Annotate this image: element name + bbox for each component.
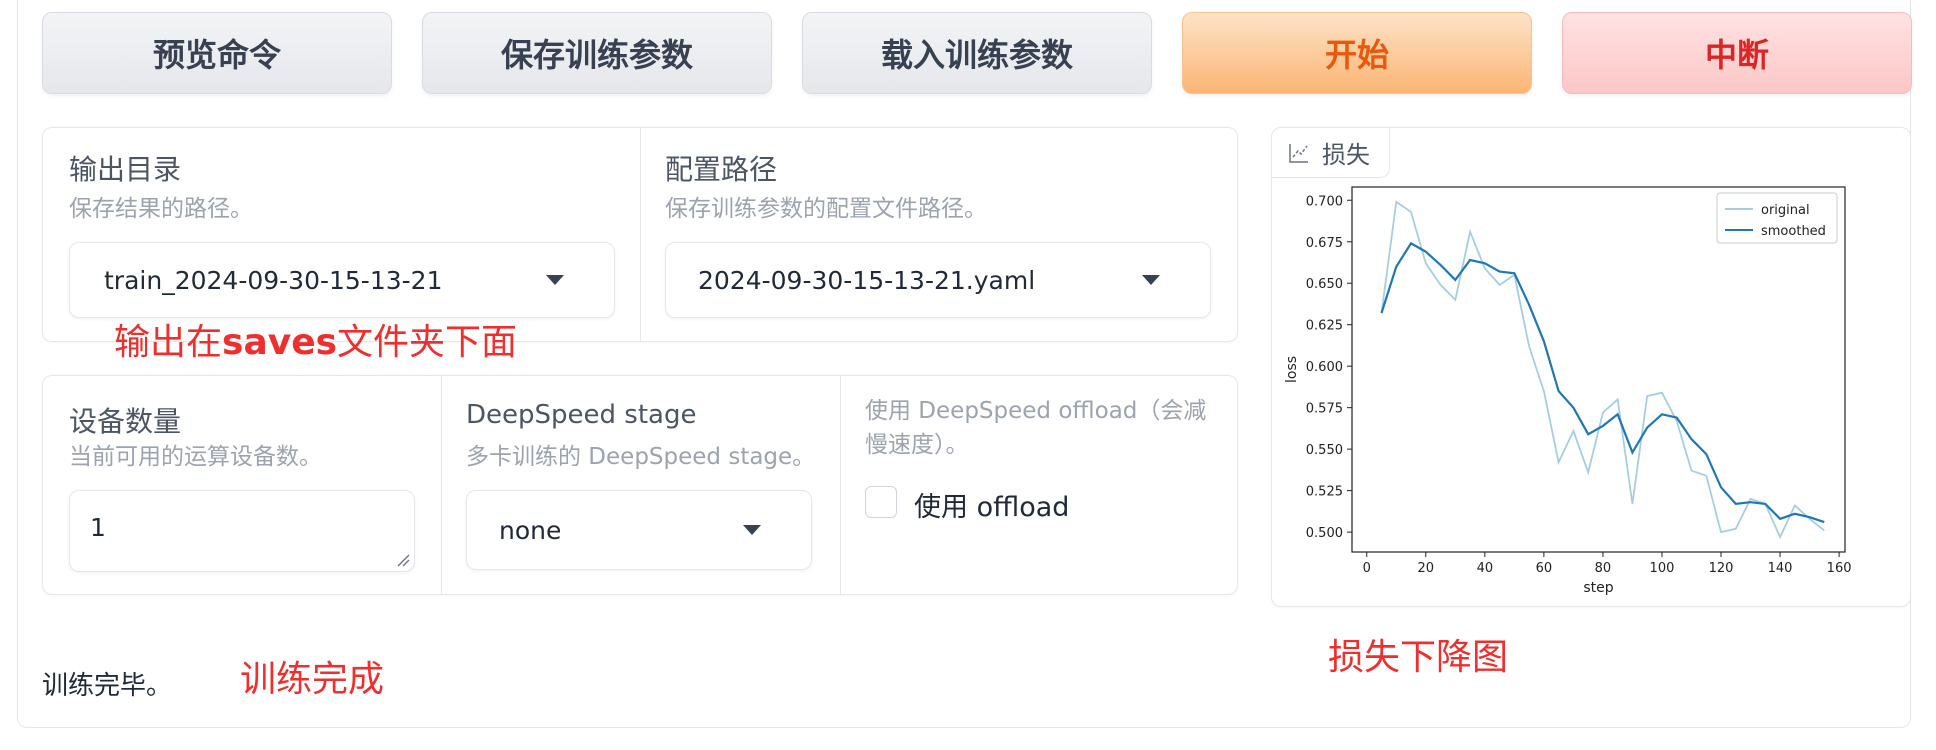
stop-button[interactable]: 中断 xyxy=(1562,12,1912,94)
deepspeed-stage-value: none xyxy=(499,515,562,545)
device-count-input[interactable]: 1 xyxy=(69,490,415,572)
output-dir-info: 保存结果的路径。 xyxy=(69,196,253,222)
y-tick-label: 0.500 xyxy=(1306,526,1343,541)
chevron-down-icon xyxy=(1142,275,1160,285)
resize-handle-icon[interactable] xyxy=(396,553,410,567)
y-tick-label: 0.575 xyxy=(1306,402,1343,417)
y-tick-label: 0.600 xyxy=(1306,360,1343,375)
config-path-value: 2024-09-30-15-13-21.yaml xyxy=(698,265,1036,295)
chevron-down-icon xyxy=(743,525,761,535)
x-tick-label: 0 xyxy=(1363,561,1371,576)
offload-block: 使用 DeepSpeed offload（会减慢速度）。 使用 offload xyxy=(840,376,1237,594)
output-dir-value: train_2024-09-30-15-13-21 xyxy=(104,265,443,295)
status-text: 训练完毕。 xyxy=(42,671,173,701)
chevron-down-icon xyxy=(546,275,564,285)
annotation-saves-prefix: 输出在 xyxy=(114,322,223,363)
annotation-saves-bold: saves xyxy=(222,322,338,363)
y-tick-label: 0.625 xyxy=(1306,319,1343,334)
deepspeed-stage-block: DeepSpeed stage 多卡训练的 DeepSpeed stage。 n… xyxy=(441,376,840,594)
annotation-saves-suffix: 文件夹下面 xyxy=(337,322,518,363)
start-button[interactable]: 开始 xyxy=(1182,12,1532,94)
device-count-info: 当前可用的运算设备数。 xyxy=(69,444,322,470)
x-tick-label: 160 xyxy=(1827,561,1852,576)
output-panel: 输出目录 保存结果的路径。 train_2024-09-30-15-13-21 … xyxy=(42,127,1238,342)
offload-checkbox-label[interactable]: 使用 offload xyxy=(914,485,1069,524)
device-count-value: 1 xyxy=(90,513,106,542)
offload-checkbox[interactable] xyxy=(865,486,897,518)
load-args-button[interactable]: 载入训练参数 xyxy=(802,12,1152,94)
offload-info: 使用 DeepSpeed offload（会减慢速度）。 xyxy=(865,398,1207,458)
y-tick-label: 0.675 xyxy=(1306,236,1343,251)
loss-plot-panel: 损失 0 20 40 60 80 100 120 140 160 0.500 0.525 0.550 0… xyxy=(1271,127,1911,607)
config-path-info: 保存训练参数的配置文件路径。 xyxy=(665,196,987,222)
deepspeed-stage-info: 多卡训练的 DeepSpeed stage。 xyxy=(466,444,816,470)
x-tick-label: 100 xyxy=(1650,561,1675,576)
save-args-button[interactable]: 保存训练参数 xyxy=(422,12,772,94)
x-tick-label: 60 xyxy=(1536,561,1553,576)
x-tick-label: 120 xyxy=(1709,561,1734,576)
annotation-training-done: 训练完成 xyxy=(240,659,385,700)
config-path-label: 配置路径 xyxy=(665,153,778,186)
y-tick-label: 0.650 xyxy=(1306,277,1343,292)
output-dir-label: 输出目录 xyxy=(69,153,182,186)
annotation-loss-chart: 损失下降图 xyxy=(1328,637,1509,678)
x-tick-label: 40 xyxy=(1477,561,1494,576)
legend-label-smoothed: smoothed xyxy=(1761,224,1826,239)
device-count-block: 设备数量 当前可用的运算设备数。 1 xyxy=(43,376,441,594)
config-path-block: 配置路径 保存训练参数的配置文件路径。 2024-09-30-15-13-21.… xyxy=(640,128,1237,341)
loss-chart: 0 20 40 60 80 100 120 140 160 0.500 0.525 0.550 0.57… xyxy=(1284,186,1852,596)
x-tick-label: 80 xyxy=(1595,561,1612,576)
deepspeed-stage-label: DeepSpeed stage xyxy=(466,400,697,430)
output-dir-block: 输出目录 保存结果的路径。 train_2024-09-30-15-13-21 xyxy=(43,128,639,341)
preview-command-button[interactable]: 预览命令 xyxy=(42,12,392,94)
config-path-dropdown[interactable]: 2024-09-30-15-13-21.yaml xyxy=(665,242,1211,318)
deepspeed-stage-dropdown[interactable]: none xyxy=(466,490,812,570)
x-tick-label: 20 xyxy=(1418,561,1435,576)
x-tick-label: 140 xyxy=(1768,561,1793,576)
device-count-label: 设备数量 xyxy=(69,405,182,438)
y-axis-label: loss xyxy=(1284,356,1300,383)
y-tick-label: 0.525 xyxy=(1306,485,1343,500)
annotation-saves-folder: 输出在saves文件夹下面 xyxy=(114,313,517,365)
output-dir-dropdown[interactable]: train_2024-09-30-15-13-21 xyxy=(69,242,615,318)
y-tick-label: 0.550 xyxy=(1306,443,1343,458)
legend-label-original: original xyxy=(1761,203,1810,218)
y-tick-label: 0.700 xyxy=(1306,194,1343,209)
devices-panel: 设备数量 当前可用的运算设备数。 1 DeepSpeed stage 多卡训练的… xyxy=(42,375,1238,595)
x-axis-label: step xyxy=(1583,580,1613,596)
